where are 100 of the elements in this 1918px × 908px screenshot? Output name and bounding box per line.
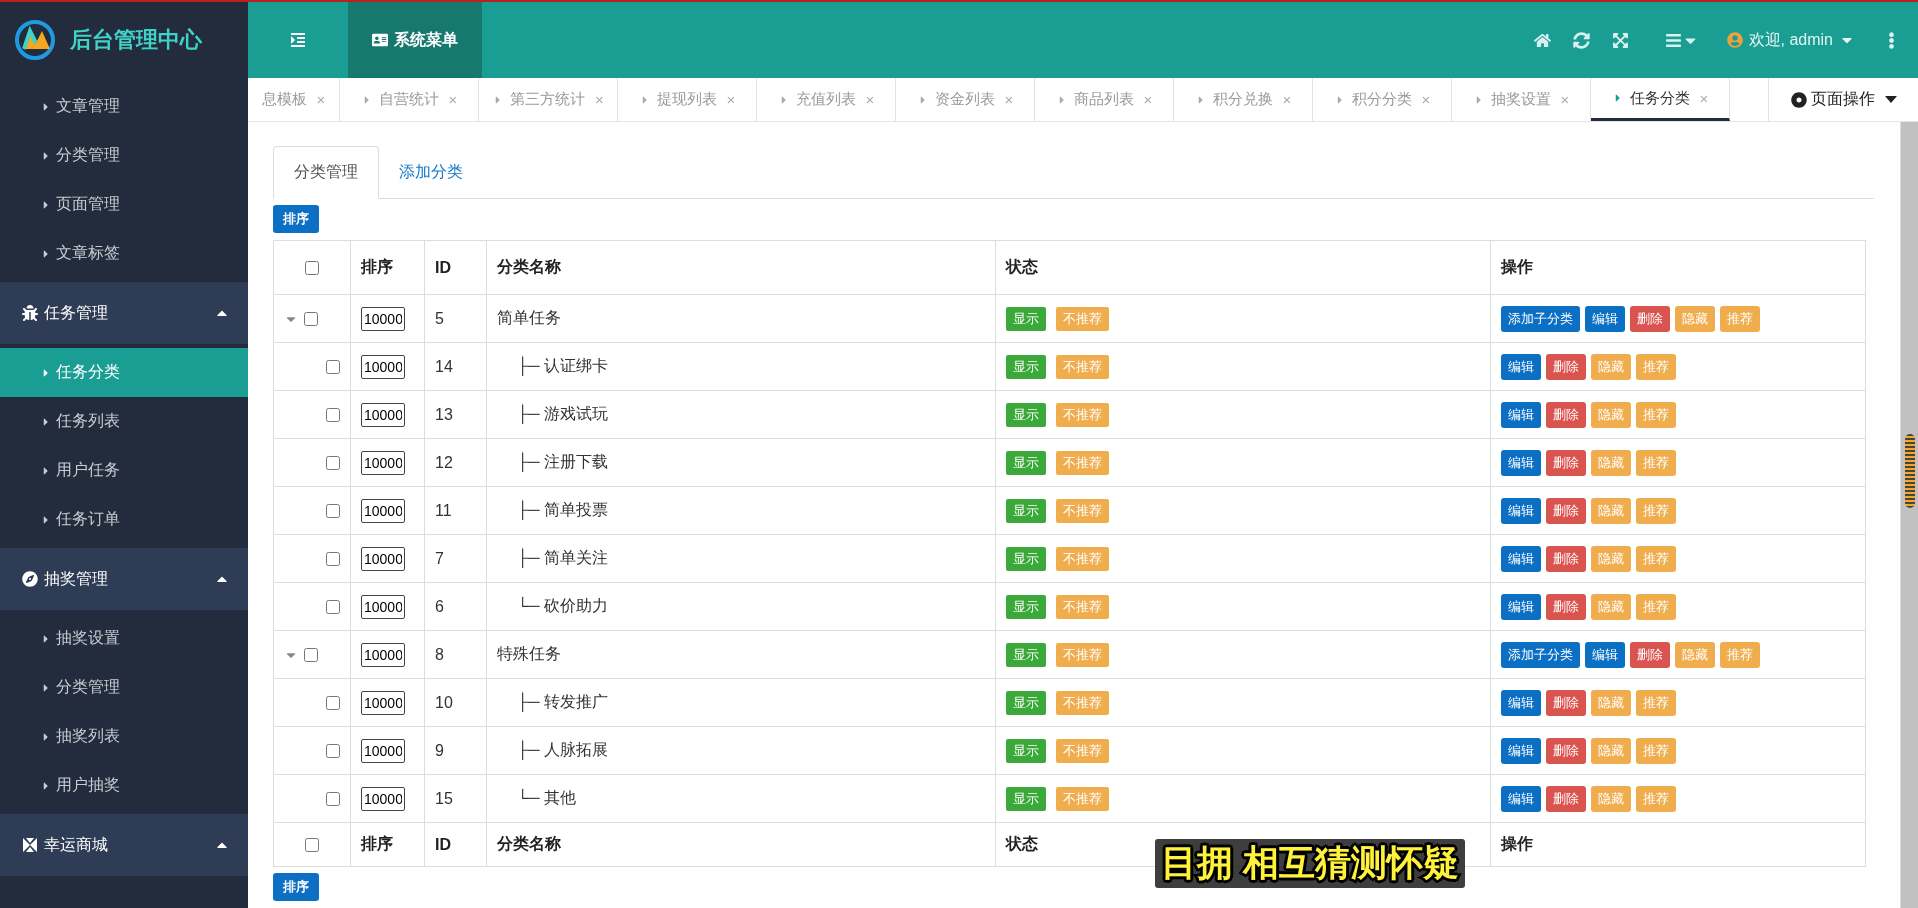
column-header: 操作 [1501,258,1533,275]
action-button[interactable]: 编辑 [1501,545,1541,572]
action-button[interactable]: 编辑 [1501,353,1541,380]
close-icon[interactable]: × [1421,91,1431,108]
column-header: 排序 [361,835,393,852]
select-all-checkbox[interactable] [305,838,319,853]
close-icon[interactable]: × [448,91,458,108]
status-badge: 不推荐 [1056,594,1109,619]
page-tab[interactable]: 抽奖设置 × [1452,78,1591,121]
row-checkbox[interactable] [326,552,340,567]
row-checkbox[interactable] [304,312,318,327]
sidebar-item[interactable]: 分类管理 [0,131,248,180]
action-button[interactable]: 删除 [1546,353,1586,380]
action-button[interactable]: 编辑 [1585,305,1625,332]
action-button[interactable]: 删除 [1630,641,1670,668]
sidebar-item[interactable]: 页面管理 [0,180,248,229]
action-button[interactable]: 编辑 [1501,497,1541,524]
row-checkbox[interactable] [326,360,340,375]
row-checkbox[interactable] [326,792,340,807]
row-checkbox[interactable] [326,456,340,471]
row-checkbox[interactable] [304,648,318,663]
action-button[interactable]: 删除 [1546,785,1586,812]
home-icon[interactable] [1533,31,1551,49]
status-badge: 不推荐 [1056,498,1109,523]
sort-input[interactable]: 10000 [361,738,405,763]
table-cell: 11 [435,501,452,519]
fullscreen-icon[interactable] [1611,31,1629,49]
action-button[interactable]: 删除 [1630,305,1670,332]
sort-input[interactable]: 10000 [361,402,405,427]
page-tab[interactable]: 第三方统计 × [479,78,618,121]
page-tab[interactable]: 提现列表 × [618,78,757,121]
row-checkbox[interactable] [326,696,340,711]
sort-input[interactable]: 10000 [361,498,405,523]
sort-input[interactable]: 10000 [361,642,405,667]
sidebar-item[interactable]: 用户任务 [0,446,248,495]
page-tab[interactable]: 商品列表 × [1035,78,1174,121]
action-button[interactable]: 删除 [1546,689,1586,716]
user-menu[interactable]: 欢迎, admin [1720,28,1861,52]
sort-input[interactable]: 10000 [361,306,405,331]
close-icon[interactable]: × [726,91,736,108]
sidebar-item[interactable]: 用户抽奖 [0,761,248,810]
close-icon[interactable]: × [1143,91,1153,108]
content-tab[interactable]: 分类管理 [273,146,379,199]
action-button[interactable]: 删除 [1546,593,1586,620]
sidebar-item[interactable]: 抽奖设置 [0,614,248,663]
sort-input[interactable]: 10000 [361,450,405,475]
close-icon[interactable]: × [1699,89,1709,107]
content-tab[interactable]: 添加分类 [379,146,483,198]
sort-button[interactable]: 排序 [273,873,319,901]
close-icon[interactable]: × [1560,91,1570,108]
sidebar-group[interactable]: 抽奖管理 [0,548,248,610]
row-checkbox[interactable] [326,744,340,759]
scrollbar[interactable] [1900,122,1918,908]
sort-button[interactable]: 排序 [273,205,319,233]
sidebar-item[interactable]: 文章标签 [0,229,248,278]
action-button[interactable]: 删除 [1546,449,1586,476]
action-button[interactable]: 编辑 [1501,593,1541,620]
close-icon[interactable]: × [1004,91,1014,108]
sidebar-item[interactable]: 任务订单 [0,495,248,544]
sort-input[interactable]: 10000 [361,690,405,715]
sidebar-item[interactable]: 文章管理 [0,82,248,131]
sort-input[interactable]: 10000 [361,546,405,571]
action-button[interactable]: 添加子分类 [1501,641,1580,668]
select-all-checkbox[interactable] [305,261,319,276]
action-button[interactable]: 编辑 [1501,401,1541,428]
close-icon[interactable]: × [595,91,604,108]
action-button[interactable]: 删除 [1546,401,1586,428]
row-checkbox[interactable] [326,408,340,423]
action-button[interactable]: 编辑 [1501,449,1541,476]
sidebar-item[interactable]: 分类管理 [0,663,248,712]
page-tab[interactable]: 资金列表 × [896,78,1035,121]
row-checkbox[interactable] [326,504,340,519]
page-tab[interactable]: 积分兑换 × [1174,78,1313,121]
sort-input[interactable]: 10000 [361,786,405,811]
page-tab[interactable]: 任务分类 × [1591,78,1730,121]
sort-input[interactable]: 10000 [361,594,405,619]
row-checkbox[interactable] [326,600,340,615]
sort-input[interactable]: 10000 [361,354,405,379]
page-tab[interactable]: 息模板 × [248,78,340,121]
page-tab[interactable]: 自营统计 × [340,78,479,121]
close-icon[interactable]: × [1282,91,1292,108]
page-tab[interactable]: 充值列表 × [757,78,896,121]
sidebar-item[interactable]: 任务列表 [0,397,248,446]
refresh-icon[interactable] [1572,31,1590,49]
close-icon[interactable]: × [316,91,326,108]
close-icon[interactable]: × [865,91,875,108]
action-button[interactable]: 编辑 [1501,785,1541,812]
action-button[interactable]: 添加子分类 [1501,305,1580,332]
action-button[interactable]: 删除 [1546,545,1586,572]
sidebar-item[interactable]: 任务分类 [0,348,248,397]
action-button[interactable]: 删除 [1546,497,1586,524]
sidebar-item[interactable]: 抽奖列表 [0,712,248,761]
action-button[interactable]: 编辑 [1585,641,1625,668]
action-button[interactable]: 编辑 [1501,737,1541,764]
action-button[interactable]: 删除 [1546,737,1586,764]
sidebar-group[interactable]: 幸运商城 [0,814,248,876]
sidebar-group[interactable]: 任务管理 [0,282,248,344]
page-tab[interactable]: 积分分类 × [1313,78,1452,121]
action-button[interactable]: 编辑 [1501,689,1541,716]
system-menu-button[interactable]: 系统菜单 [348,2,482,78]
